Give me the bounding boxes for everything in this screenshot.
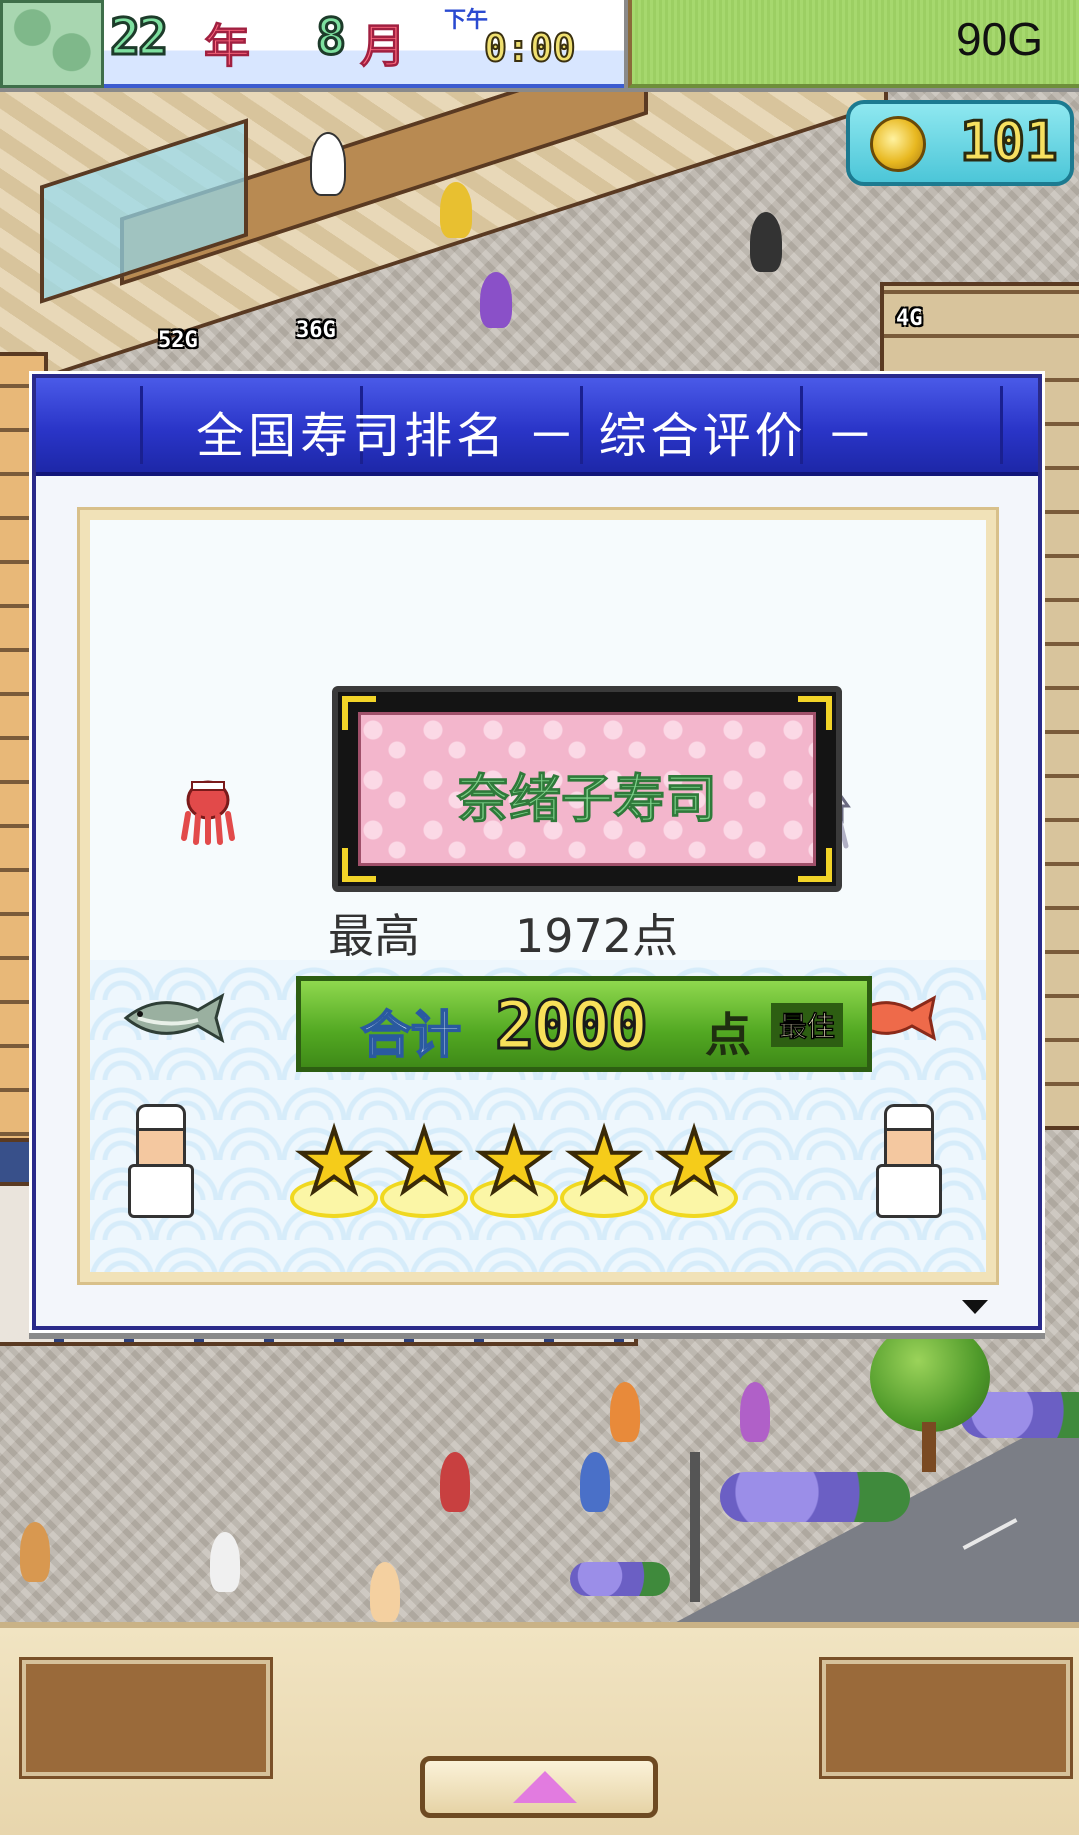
right-menu-slot[interactable] — [819, 1657, 1073, 1779]
pine-pattern-icon — [0, 0, 104, 88]
status-bar: 22 年 8 月 下午 0:00 90G — [0, 0, 1079, 92]
result-panel: 奈绪子寿司 最高 1972点 合计 2000 点 最佳 ★ ★ ★ ★ ★ — [77, 507, 999, 1285]
customer-sprite[interactable] — [480, 272, 512, 328]
bottom-menu-bar — [0, 1622, 1079, 1835]
plaque-blossom-background: 奈绪子寿司 — [358, 712, 816, 866]
continue-arrow-icon[interactable] — [962, 1300, 988, 1314]
star-filled-icon: ★ — [563, 1112, 644, 1212]
up-arrow-icon — [513, 1771, 577, 1803]
customer-sprite[interactable] — [610, 1382, 640, 1442]
shop-name: 奈绪子寿司 — [456, 770, 717, 831]
money-value: 90G — [956, 13, 1043, 65]
rating-star: ★ — [466, 1112, 562, 1230]
clock-time: 0:00 — [483, 25, 577, 71]
star-filled-icon: ★ — [653, 1112, 734, 1212]
coin-value: 101 — [959, 109, 1060, 175]
rating-star: ★ — [376, 1112, 472, 1230]
customer-sprite[interactable] — [20, 1522, 50, 1582]
total-score-label: 合计 — [360, 1005, 462, 1065]
coin-counter[interactable]: 101 — [846, 100, 1074, 186]
rating-star: ★ — [286, 1112, 382, 1230]
best-score-value: 1972点 — [515, 909, 679, 963]
rating-star: ★ — [646, 1112, 742, 1230]
chef-icon — [126, 1104, 196, 1224]
rating-star: ★ — [556, 1112, 652, 1230]
customer-sprite[interactable] — [210, 1532, 240, 1592]
dialog-title: 全国寿司排名 － 综合评价 － — [196, 408, 878, 464]
star-filled-icon: ★ — [473, 1112, 554, 1212]
left-menu-slot[interactable] — [19, 1657, 273, 1779]
customer-sprite[interactable] — [740, 1382, 770, 1442]
staff-sprite[interactable] — [310, 132, 346, 196]
best-score-label: 最高 — [328, 909, 420, 963]
dialog-header: 全国寿司排名 － 综合评价 － — [36, 378, 1038, 476]
shop-name-plaque: 奈绪子寿司 — [332, 686, 842, 892]
customer-sprite[interactable] — [370, 1562, 400, 1622]
street-tree — [870, 1322, 990, 1432]
month-unit: 月 — [360, 19, 407, 74]
customer-sprite[interactable] — [440, 1452, 470, 1512]
customer-sprite[interactable] — [580, 1452, 610, 1512]
total-score-value: 2000 — [494, 986, 650, 1066]
income-popup: 52G — [158, 328, 198, 353]
best-badge: 最佳 — [771, 1003, 844, 1047]
flower-hedge — [720, 1472, 910, 1522]
staff-sprite[interactable] — [750, 212, 782, 272]
ranking-dialog[interactable]: 全国寿司排名 － 综合评价 － 奈绪子寿司 最高 1972点 合计 2000 点… — [32, 374, 1042, 1330]
year-unit: 年 — [204, 19, 251, 74]
money-panel: 90G — [628, 0, 1079, 88]
star-filled-icon: ★ — [383, 1112, 464, 1212]
tree-trunk — [922, 1422, 936, 1472]
star-rating: ★ ★ ★ ★ ★ — [286, 1112, 846, 1230]
income-popup: 4G — [896, 306, 923, 331]
month-value: 8 — [314, 7, 347, 68]
octopus-icon — [181, 780, 235, 845]
street-lamp — [690, 1452, 700, 1602]
menu-toggle-button[interactable] — [420, 1756, 658, 1818]
date-panel: 22 年 8 月 下午 0:00 — [104, 0, 624, 88]
chef-icon — [874, 1104, 944, 1224]
total-score-bar: 合计 2000 点 最佳 — [296, 976, 872, 1072]
time-period: 下午 — [444, 8, 489, 33]
fish-icon — [123, 992, 225, 1044]
customer-sprite[interactable] — [440, 182, 472, 238]
year-value: 22 — [108, 7, 169, 68]
total-score-unit: 点 — [705, 1008, 751, 1062]
income-popup: 36G — [296, 318, 336, 343]
gold-coin-icon — [870, 116, 926, 172]
flower-hedge — [570, 1562, 670, 1596]
star-filled-icon: ★ — [293, 1112, 374, 1212]
